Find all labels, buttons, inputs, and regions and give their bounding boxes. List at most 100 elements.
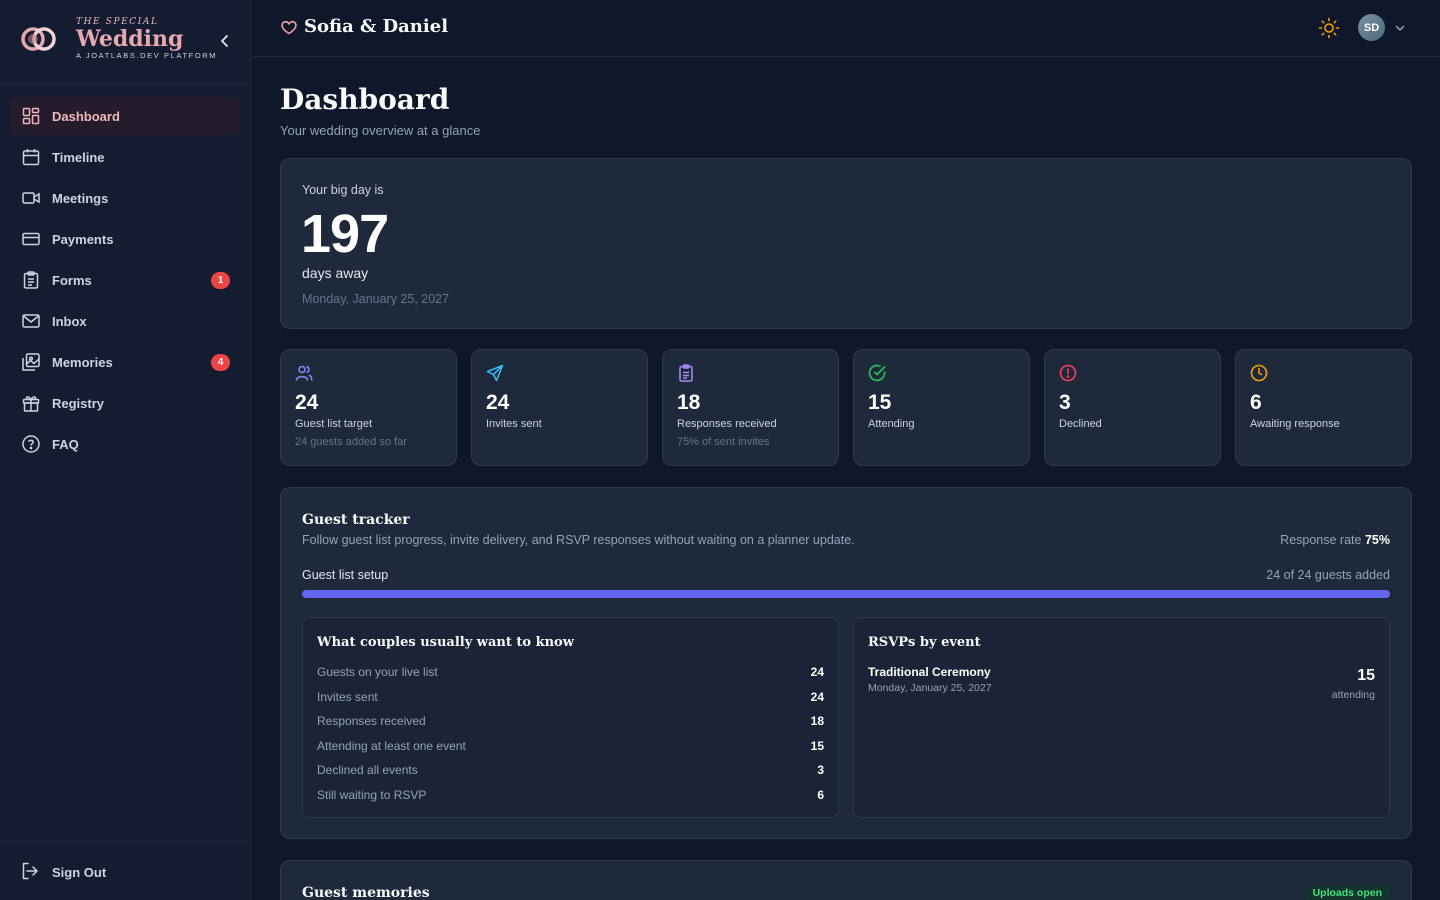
stat-label: Invites sent — [486, 418, 542, 430]
event-date: Monday, January 25, 2027 — [868, 682, 992, 694]
sidebar-footer: Sign Out — [0, 841, 251, 900]
summary-row: Invites sent 24 — [317, 690, 824, 710]
countdown-card: Your big day is 197 days away Monday, Ja… — [280, 158, 1412, 329]
sidebar-nav: Dashboard Timeline Meetings Payments For… — [10, 97, 240, 466]
summary-row-value: 6 — [817, 788, 824, 802]
summary-row-label: Declined all events — [317, 763, 418, 777]
stat-value: 3 — [1059, 391, 1071, 414]
countdown-days: 197 — [301, 204, 389, 264]
avatar[interactable]: SD — [1358, 14, 1385, 41]
summary-row: Attending at least one event 15 — [317, 739, 824, 759]
log-out-icon — [21, 862, 41, 882]
guest-tracker-description: Follow guest list progress, invite deliv… — [302, 533, 855, 547]
sidebar-item-label: Registry — [52, 395, 105, 411]
clipboard-icon — [21, 270, 41, 290]
summary-row: Still waiting to RSVP 6 — [317, 788, 824, 808]
sun-icon[interactable] — [1318, 17, 1340, 39]
guest-memories-title: Guest memories — [302, 885, 430, 900]
sidebar-item-dashboard[interactable]: Dashboard — [10, 97, 240, 135]
faq-summary-title: What couples usually want to know — [317, 635, 574, 650]
send-icon — [486, 364, 504, 382]
stat-value: 24 — [486, 391, 510, 414]
sidebar-item-faq[interactable]: FAQ — [10, 425, 240, 463]
stat-value: 24 — [295, 391, 319, 414]
rsvps-by-event-title: RSVPs by event — [868, 635, 981, 650]
stat-label: Guest list target — [295, 418, 373, 430]
stat-card-guest-target[interactable]: 24 Guest list target 24 guests added so … — [280, 349, 457, 466]
wedding-date: Monday, January 25, 2027 — [302, 292, 450, 306]
chevron-left-icon[interactable] — [216, 32, 234, 50]
sidebar-item-inbox[interactable]: Inbox — [10, 302, 240, 340]
sidebar-item-meetings[interactable]: Meetings — [10, 179, 240, 217]
calendar-icon — [21, 147, 41, 167]
users-icon — [295, 365, 313, 381]
sidebar-item-timeline[interactable]: Timeline — [10, 138, 240, 176]
sidebar-item-forms[interactable]: Forms 1 — [10, 261, 240, 299]
sidebar-item-label: Meetings — [52, 190, 109, 206]
credit-card-icon — [21, 229, 41, 249]
event-name: Traditional Ceremony — [868, 665, 991, 679]
stat-card-invites-sent[interactable]: 24 Invites sent — [471, 349, 648, 466]
guest-list-progress-fill — [302, 590, 1390, 598]
summary-row-value: 15 — [810, 739, 824, 753]
mail-icon — [21, 311, 41, 331]
check-circle-icon — [868, 364, 886, 382]
event-attending-count: 15 — [1357, 667, 1375, 684]
stat-card-attending[interactable]: 15 Attending — [853, 349, 1030, 466]
dashboard-icon — [21, 106, 41, 126]
sidebar: THE SPECIAL Wedding A JOATLABS.DEV PLATF… — [0, 0, 251, 900]
sidebar-item-label: Payments — [52, 231, 114, 247]
summary-row: Declined all events 3 — [317, 763, 824, 783]
clipboard-list-icon — [679, 364, 693, 382]
main-content: Dashboard Your wedding overview at a gla… — [280, 57, 1412, 900]
guest-memories-card: Guest memories Uploads open — [280, 860, 1412, 900]
sidebar-item-label: Forms — [52, 272, 92, 288]
response-rate-label: Response rate — [1280, 533, 1362, 547]
summary-row-label: Invites sent — [317, 690, 378, 704]
stat-label: Attending — [868, 418, 915, 430]
summary-row-label: Responses received — [317, 714, 426, 728]
top-bar: Sofia & Daniel SD — [252, 0, 1440, 57]
stat-sub: 24 guests added so far — [295, 436, 407, 448]
page-subtitle: Your wedding overview at a glance — [280, 123, 481, 138]
summary-row-label: Still waiting to RSVP — [317, 788, 427, 802]
brand-platform: A JOATLABS.DEV PLATFORM — [76, 51, 218, 60]
summary-row: Guests on your live list 24 — [317, 665, 824, 685]
summary-row-value: 24 — [810, 665, 824, 679]
guest-tracker-title: Guest tracker — [302, 512, 410, 528]
summary-row-value: 24 — [810, 690, 824, 704]
sidebar-item-label: Memories — [52, 354, 113, 370]
sign-out-label: Sign Out — [52, 864, 107, 880]
stat-label: Awaiting response — [1250, 418, 1340, 430]
video-icon — [21, 188, 41, 208]
stat-card-declined[interactable]: 3 Declined — [1044, 349, 1221, 466]
help-circle-icon — [21, 434, 41, 454]
event-attending-unit: attending — [1331, 689, 1375, 701]
stats-row: 24 Guest list target 24 guests added so … — [280, 349, 1412, 466]
couple-heading: Sofia & Daniel — [280, 16, 448, 37]
memories-count-badge: 4 — [211, 354, 230, 371]
stat-label: Declined — [1059, 418, 1102, 430]
uploads-status-badge: Uploads open — [1304, 885, 1390, 900]
summary-row-value: 3 — [817, 763, 824, 777]
stat-sub: 75% of sent invites — [677, 436, 770, 448]
sidebar-item-memories[interactable]: Memories 4 — [10, 343, 240, 381]
summary-row-label: Attending at least one event — [317, 739, 466, 753]
forms-count-badge: 1 — [211, 272, 230, 289]
sidebar-item-registry[interactable]: Registry — [10, 384, 240, 422]
sidebar-item-payments[interactable]: Payments — [10, 220, 240, 258]
images-icon — [21, 352, 41, 372]
alert-circle-icon — [1059, 364, 1077, 382]
wedding-rings-logo — [21, 27, 56, 51]
page-title: Dashboard — [280, 83, 450, 116]
clock-icon — [1250, 364, 1268, 382]
guest-tracker-card: Guest tracker Follow guest list progress… — [280, 487, 1412, 839]
sign-out-button[interactable]: Sign Out — [21, 862, 106, 882]
stat-label: Responses received — [677, 418, 777, 430]
sidebar-item-label: Inbox — [52, 313, 87, 329]
chevron-down-icon[interactable] — [1394, 22, 1406, 34]
stat-card-responses[interactable]: 18 Responses received 75% of sent invite… — [662, 349, 839, 466]
guest-list-progress-bar — [302, 590, 1390, 598]
stat-card-awaiting[interactable]: 6 Awaiting response — [1235, 349, 1412, 466]
countdown-label: Your big day is — [302, 183, 384, 197]
